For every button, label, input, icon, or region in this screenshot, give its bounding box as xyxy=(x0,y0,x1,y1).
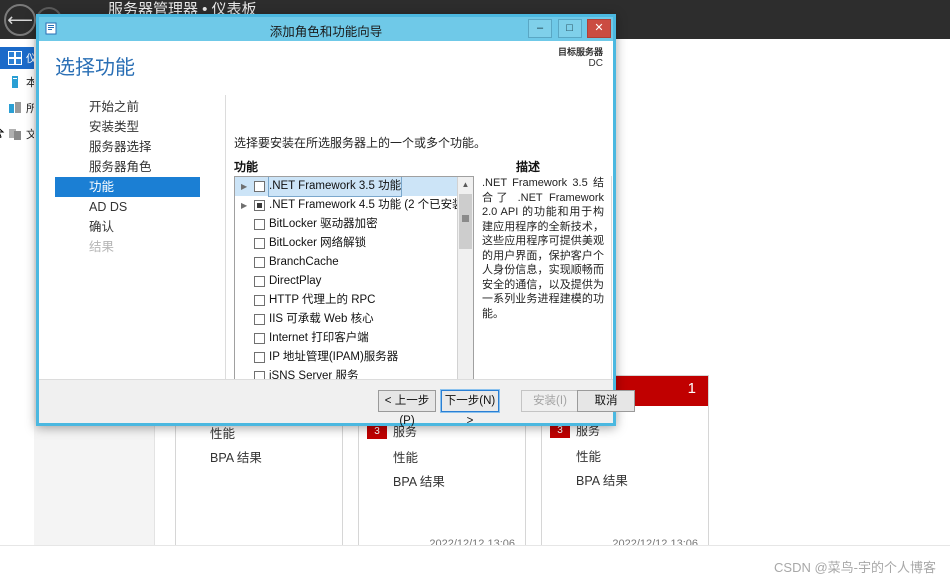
chevron-right-icon[interactable]: ▶ xyxy=(241,201,249,210)
back-arrow-icon[interactable]: ⟵ xyxy=(4,4,36,36)
all-servers-icon xyxy=(8,101,22,115)
instruction-text: 选择要安装在所选服务器上的一个或多个功能。 xyxy=(234,136,487,150)
card-header-count: 1 xyxy=(687,380,696,397)
maximize-button[interactable]: □ xyxy=(557,19,582,38)
checkbox[interactable] xyxy=(254,333,265,344)
description-column-header: 描述 xyxy=(516,160,541,174)
sidebar-item-file-storage[interactable]: 文件和存储服务 xyxy=(0,123,36,145)
checkbox[interactable] xyxy=(254,181,265,192)
wizard-step-ad-ds[interactable]: AD DS xyxy=(55,197,200,217)
card-badge: 3 xyxy=(550,424,570,438)
local-server-icon xyxy=(8,75,22,89)
card-row-performance[interactable]: 性能 xyxy=(576,446,601,465)
wizard-step-server-roles[interactable]: 服务器角色 xyxy=(55,157,200,177)
list-item[interactable]: DirectPlay xyxy=(235,272,457,291)
checkbox[interactable] xyxy=(254,200,265,211)
list-item-label: .NET Framework 3.5 功能 xyxy=(267,177,403,197)
list-item[interactable]: BitLocker 驱动器加密 xyxy=(235,215,457,234)
card-row-bpa[interactable]: BPA 结果 xyxy=(210,447,262,466)
list-item[interactable]: HTTP 代理上的 RPC xyxy=(235,291,457,310)
sidebar-item-local-server[interactable]: 本地服务器 xyxy=(0,71,36,93)
vertical-divider xyxy=(225,95,226,410)
description-divider xyxy=(611,176,612,410)
dashboard-icon xyxy=(8,51,22,65)
wizard-step-nav: 开始之前 安装类型 服务器选择 服务器角色 功能 AD DS 确认 结果 xyxy=(55,97,200,257)
checkbox[interactable] xyxy=(254,238,265,249)
list-item-label: DirectPlay xyxy=(269,275,322,287)
card-row-bpa[interactable]: BPA 结果 xyxy=(393,471,445,490)
description-text: .NET Framework 3.5 结合了 .NET Framework 2.… xyxy=(482,177,604,320)
target-server-label: 目标服务器 xyxy=(557,47,603,57)
target-server-block: 目标服务器 DC xyxy=(558,47,603,70)
list-item-label: IIS 可承载 Web 核心 xyxy=(269,313,374,325)
list-item-label: IP 地址管理(IPAM)服务器 xyxy=(269,351,399,363)
card-badge: 3 xyxy=(367,425,387,439)
checkbox[interactable] xyxy=(254,352,265,363)
watermark-text: CSDN @菜鸟-宇的个人博客 xyxy=(774,560,936,575)
checkbox[interactable] xyxy=(254,276,265,287)
list-item-label: BranchCache xyxy=(269,256,339,268)
list-item[interactable]: BitLocker 网络解锁 xyxy=(235,234,457,253)
card-row-bpa[interactable]: BPA 结果 xyxy=(576,470,628,489)
wizard-step-confirmation[interactable]: 确认 xyxy=(55,217,200,237)
server-manager-nav: 仪表板 本地服务器 所有服务器 文件和存储服务 xyxy=(0,39,36,546)
scroll-up-icon[interactable]: ▲ xyxy=(458,177,473,193)
card-row-performance[interactable]: 性能 xyxy=(393,447,418,466)
checkbox[interactable] xyxy=(254,314,265,325)
target-server-name: DC xyxy=(588,58,603,69)
features-listbox[interactable]: ▶ .NET Framework 3.5 功能 ▶ .NET Framework… xyxy=(234,176,474,410)
description-pane: .NET Framework 3.5 结合了 .NET Framework 2.… xyxy=(482,176,612,410)
dialog-body: 选择功能 目标服务器 DC 开始之前 安装类型 服务器选择 服务器角色 功能 A… xyxy=(39,41,635,427)
wizard-step-server-selection[interactable]: 服务器选择 xyxy=(55,137,200,157)
checkbox[interactable] xyxy=(254,219,265,230)
checkbox[interactable] xyxy=(254,257,265,268)
file-storage-icon xyxy=(8,127,22,141)
wizard-step-results: 结果 xyxy=(89,240,115,254)
minimize-button[interactable]: – xyxy=(528,19,553,38)
list-item[interactable]: IIS 可承载 Web 核心 xyxy=(235,310,457,329)
previous-button[interactable]: < 上一步(P) xyxy=(378,390,436,427)
window-controls: – □ ✕ xyxy=(527,19,611,39)
list-item[interactable]: ▶ .NET Framework 4.5 功能 (2 个已安装，共 7 个) xyxy=(235,196,457,215)
sidebar-item-dashboard[interactable]: 仪表板 xyxy=(0,47,36,69)
vertical-scrollbar[interactable]: ▲ ▼ xyxy=(457,177,473,393)
list-item[interactable]: ▶ .NET Framework 3.5 功能 xyxy=(235,177,457,197)
list-item[interactable]: IP 地址管理(IPAM)服务器 xyxy=(235,348,457,367)
list-item-label: HTTP 代理上的 RPC xyxy=(269,294,376,306)
wizard-step-before-you-begin[interactable]: 开始之前 xyxy=(55,97,200,117)
dialog-titlebar[interactable]: 添加角色和功能向导 – □ ✕ xyxy=(39,17,613,41)
install-button: 安装(I) xyxy=(521,390,579,412)
wizard-step-features[interactable]: 功能 xyxy=(55,177,200,197)
scrollbar-grip-icon xyxy=(462,215,469,222)
list-item-label: BitLocker 网络解锁 xyxy=(269,237,367,249)
list-item[interactable]: Internet 打印客户端 xyxy=(235,329,457,348)
chevron-right-icon[interactable]: ▶ xyxy=(241,182,249,191)
page-title: 选择功能 xyxy=(55,57,135,79)
screenshot-root: ⟵ ⟶ 服务器管理器 • 仪表板 仪表板 本地服务器 所有服务器 xyxy=(0,0,950,584)
list-item[interactable]: BranchCache xyxy=(235,253,457,272)
add-roles-features-wizard-dialog: 添加角色和功能向导 – □ ✕ 选择功能 目标服务器 DC 开始之前 安装类型 … xyxy=(36,14,635,427)
next-button[interactable]: 下一步(N) > xyxy=(440,389,500,427)
cancel-button[interactable]: 取消 xyxy=(577,390,635,412)
checkbox[interactable] xyxy=(254,295,265,306)
list-item-label: BitLocker 驱动器加密 xyxy=(269,218,378,230)
wizard-step-installation-type[interactable]: 安装类型 xyxy=(55,117,200,137)
features-list-inner: ▶ .NET Framework 3.5 功能 ▶ .NET Framework… xyxy=(235,177,457,393)
list-item-label: Internet 打印客户端 xyxy=(269,332,369,344)
features-column-header: 功能 xyxy=(234,160,259,174)
dialog-footer: < 上一步(P) 下一步(N) > 安装(I) 取消 xyxy=(39,379,635,427)
list-item-label: .NET Framework 4.5 功能 (2 个已安装，共 7 个) xyxy=(269,199,457,211)
dialog-header: 选择功能 目标服务器 DC xyxy=(39,41,613,85)
close-button[interactable]: ✕ xyxy=(587,19,611,38)
sidebar-item-all-servers[interactable]: 所有服务器 xyxy=(0,97,36,119)
